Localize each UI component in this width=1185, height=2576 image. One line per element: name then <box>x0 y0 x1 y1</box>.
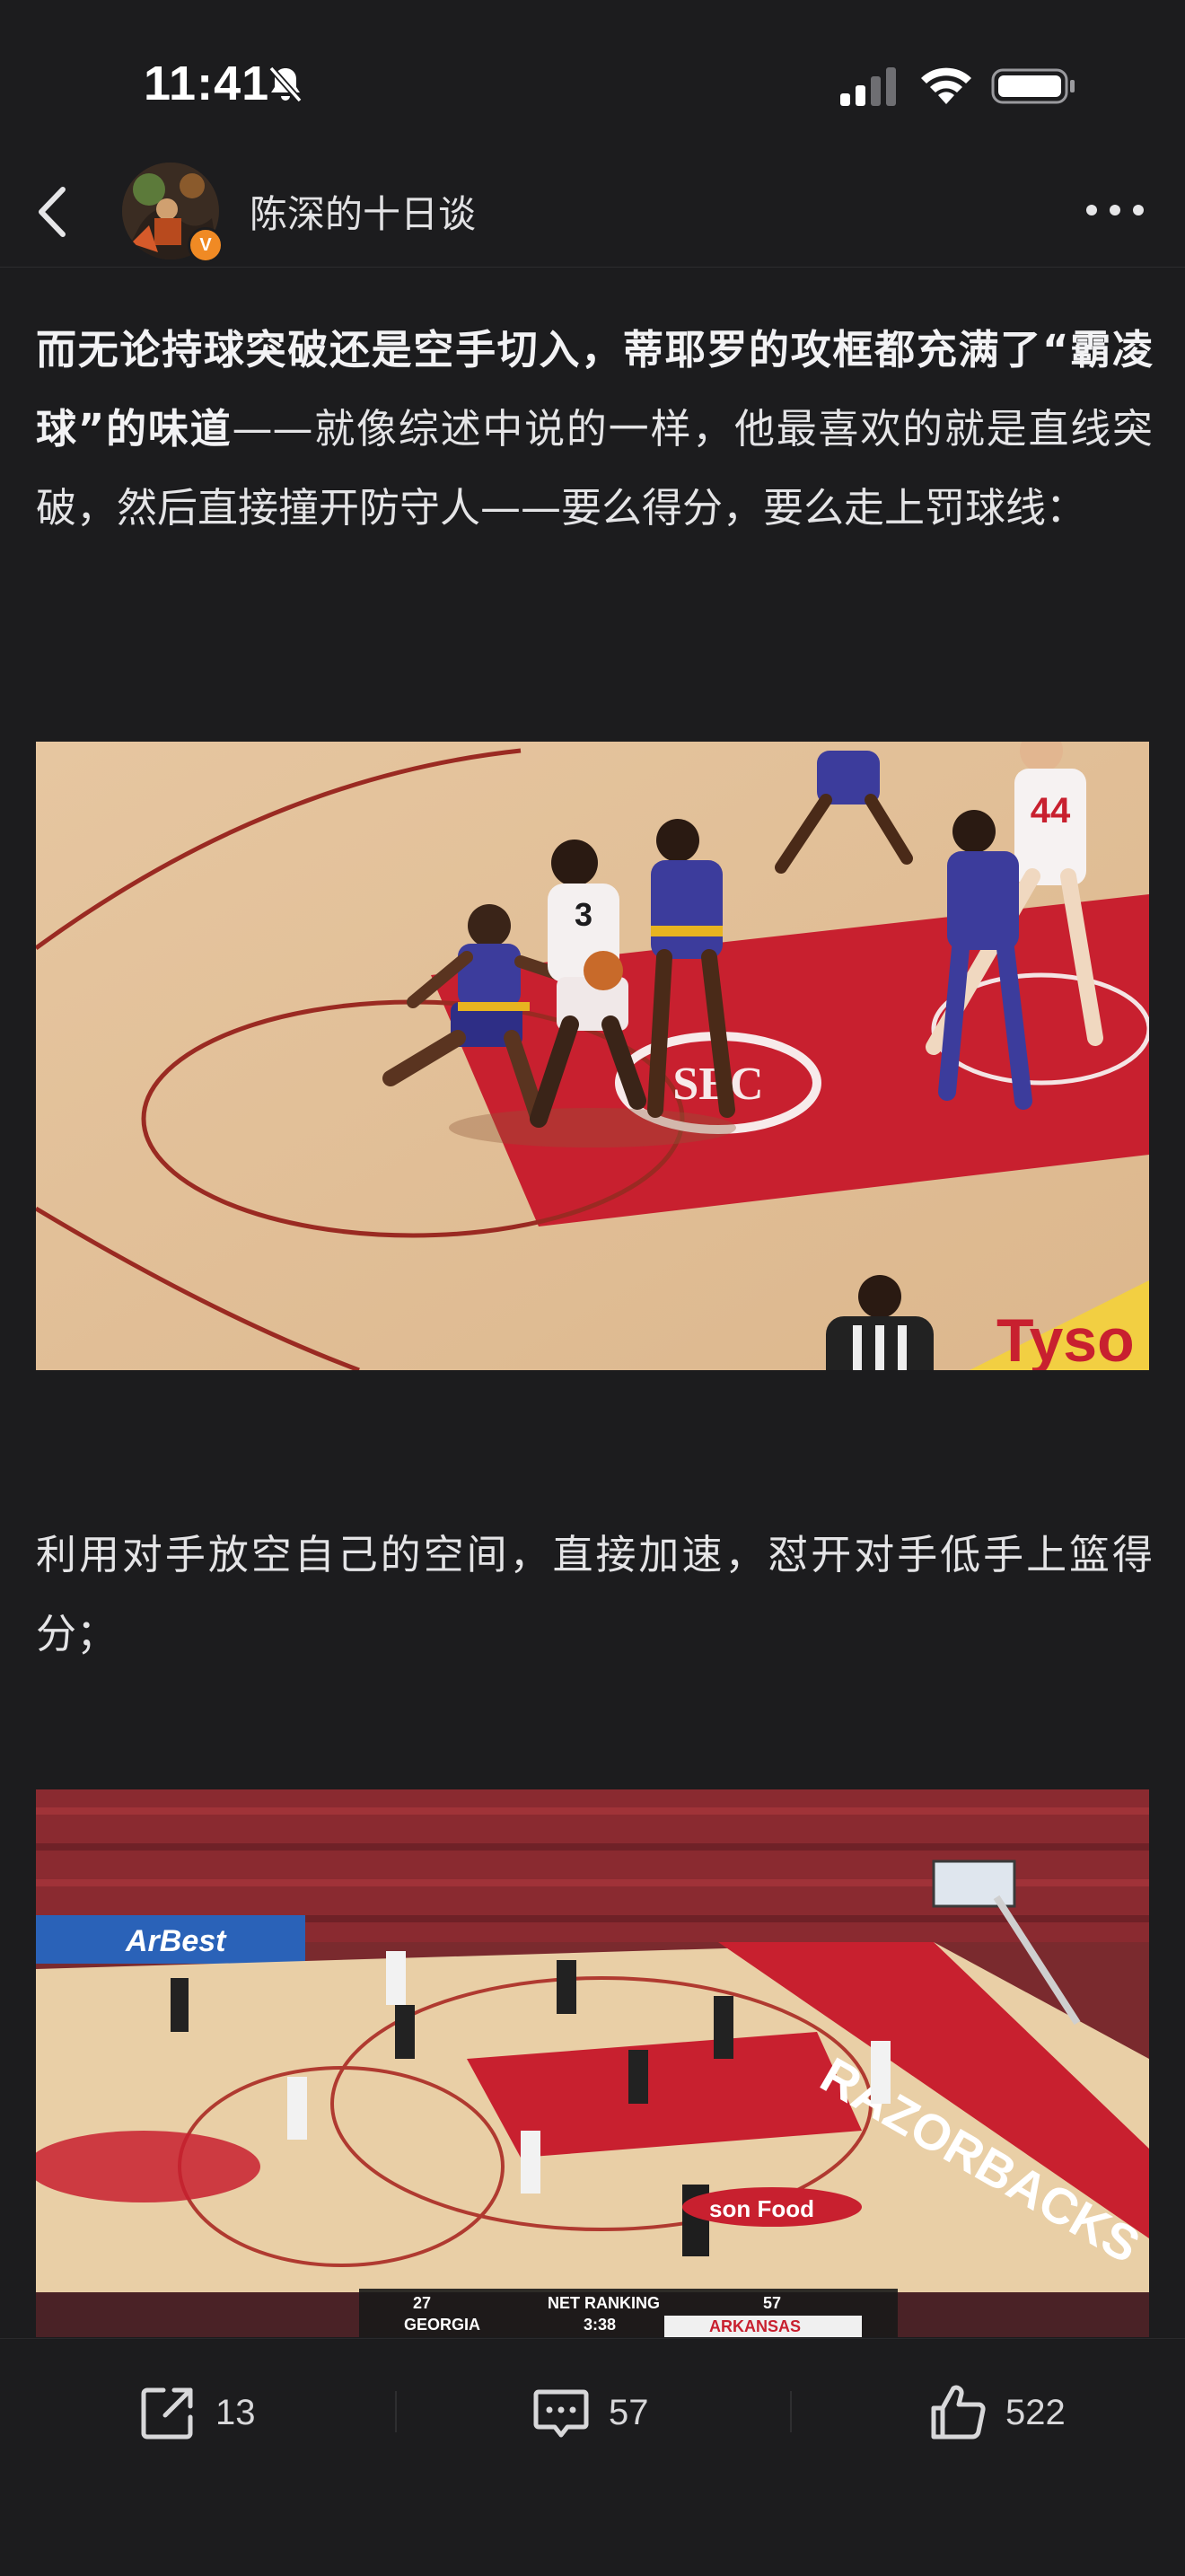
comment-count: 57 <box>609 2392 649 2432</box>
verified-badge: V <box>188 227 224 263</box>
score-team-right: ARKANSAS <box>709 2317 801 2335</box>
article-image-1[interactable]: SEC 3 <box>36 742 1149 1370</box>
more-dots-icon[interactable] <box>1079 188 1151 233</box>
bell-muted-icon <box>268 66 303 103</box>
jersey-number-44: 44 <box>1031 791 1071 831</box>
comment-icon <box>533 2389 589 2438</box>
thumbs-up-icon <box>931 2385 986 2440</box>
like-count: 522 <box>1005 2392 1066 2432</box>
chevron-left-icon[interactable] <box>23 180 86 243</box>
cellular-signal-icon <box>840 67 896 106</box>
comment-button[interactable]: 57 <box>530 2377 649 2449</box>
score-rank-left: 27 <box>413 2294 431 2312</box>
score-rank-right: 57 <box>763 2294 781 2312</box>
share-button[interactable]: 13 <box>136 2377 256 2449</box>
article-paragraph-1: 而无论持球突破还是空手切入，蒂耶罗的攻框都充满了“霸凌球”的味道——就像综述中说… <box>36 311 1153 548</box>
avatar[interactable]: V <box>122 163 224 263</box>
share-icon <box>141 2387 193 2440</box>
article-paragraph-2: 利用对手放空自己的空间，直接加速，怼开对手低手上篮得分； <box>36 1531 1153 1657</box>
share-count: 13 <box>215 2392 256 2432</box>
floor-sponsor-text-2: son Food <box>709 2195 814 2222</box>
bottom-toolbar: 13 57 522 <box>0 2338 1185 2576</box>
scoreboard: 27 NET RANKING 57 GEORGIA 3:38 ARKANSAS <box>359 2289 898 2337</box>
score-team-left: GEORGIA <box>404 2316 480 2334</box>
toolbar-divider <box>790 2391 792 2432</box>
toolbar-divider <box>395 2391 397 2432</box>
wifi-icon <box>921 67 971 104</box>
article-image-2[interactable]: ArBest RAZORBACKS son Food 27 NET RANKIN… <box>36 1789 1149 2337</box>
battery-icon <box>991 68 1075 104</box>
like-button[interactable]: 522 <box>926 2377 1066 2449</box>
status-time: 11:41 <box>144 57 270 110</box>
floor-sponsor-text: Tyso <box>996 1306 1135 1370</box>
status-bar: 11:41 <box>0 0 1185 171</box>
author-name[interactable]: 陈深的十日谈 <box>250 184 476 239</box>
jersey-number-3: 3 <box>575 896 592 933</box>
arena-banner-text: ArBest <box>125 1924 227 1958</box>
score-center-label: NET RANKING <box>548 2294 660 2312</box>
nav-header: V 陈深的十日谈 <box>0 157 1185 268</box>
score-clock: 3:38 <box>584 2316 616 2334</box>
